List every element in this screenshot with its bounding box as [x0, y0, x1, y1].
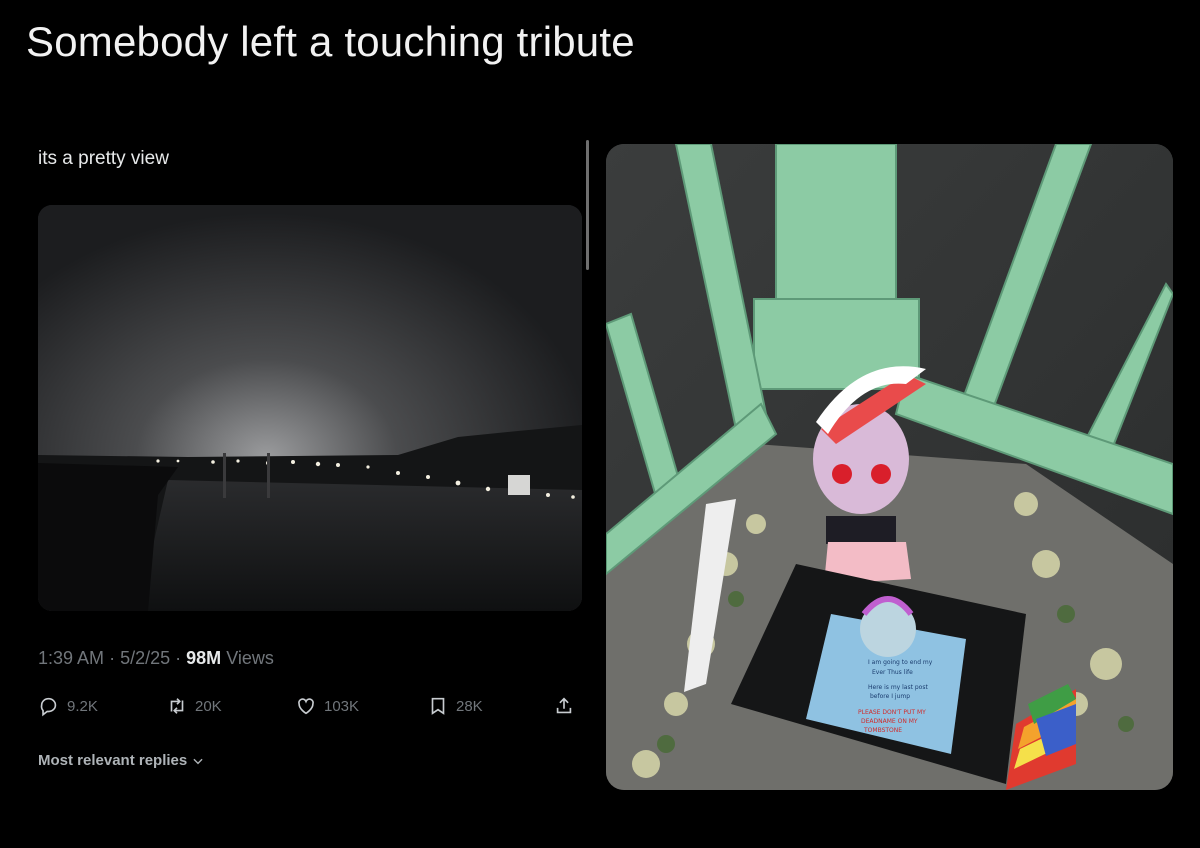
post-time[interactable]: 1:39 AM [38, 648, 104, 668]
post-date[interactable]: 5/2/25 [120, 648, 170, 668]
reply-count: 9.2K [67, 697, 98, 715]
headline: Somebody left a touching tribute [26, 18, 635, 65]
meta-separator: · [109, 648, 116, 668]
views-label: Views [226, 648, 274, 668]
share-button[interactable] [553, 695, 575, 717]
replies-sort-dropdown[interactable]: Most relevant replies [38, 752, 205, 769]
post-action-bar: 9.2K 20K 103K 28K [38, 693, 583, 723]
bookmark-icon [431, 697, 445, 715]
views-count: 98M [186, 648, 222, 668]
sign-line-4: before I jump [870, 693, 910, 700]
tribute-photo[interactable]: I am going to end my Ever Thus life Here… [606, 144, 1173, 790]
share-upload-icon [556, 697, 572, 714]
replies-sort-label: Most relevant replies [38, 752, 188, 769]
heart-icon [298, 698, 314, 715]
repost-count: 20K [195, 697, 222, 715]
sign-line-1: I am going to end my [868, 659, 933, 666]
post-photo-night-view[interactable] [38, 205, 582, 611]
post-meta: 1:39 AM · 5/2/25 · 98M Views [38, 648, 274, 669]
post-screenshot: its a pretty view 1:39 AM · 5/2/25 · 98M… [0, 140, 595, 800]
meta-separator: · [175, 648, 182, 668]
sign-line-5: PLEASE DON'T PUT MY [858, 709, 926, 716]
bookmark-button[interactable]: 28K [427, 695, 483, 717]
sign-line-2: Ever Thus life [872, 669, 913, 676]
scrollbar[interactable] [586, 140, 589, 270]
like-button[interactable]: 103K [295, 695, 359, 717]
sign-line-6: DEADNAME ON MY [861, 718, 918, 725]
sign-line-3: Here is my last post [868, 684, 928, 691]
like-count: 103K [324, 697, 360, 715]
sign-line-7: TOMBSTONE [863, 727, 902, 734]
repost-button[interactable]: 20K [166, 695, 222, 717]
chevron-down-icon [193, 758, 203, 764]
post-text: its a pretty view [38, 148, 169, 169]
repost-arrows-icon [170, 698, 184, 714]
night-river-image [38, 205, 582, 611]
speech-bubble-icon [40, 697, 57, 717]
bookmark-count: 28K [456, 697, 483, 715]
reply-button[interactable]: 9.2K [38, 695, 98, 717]
bridge-railing-image: I am going to end my Ever Thus life Here… [606, 144, 1173, 790]
